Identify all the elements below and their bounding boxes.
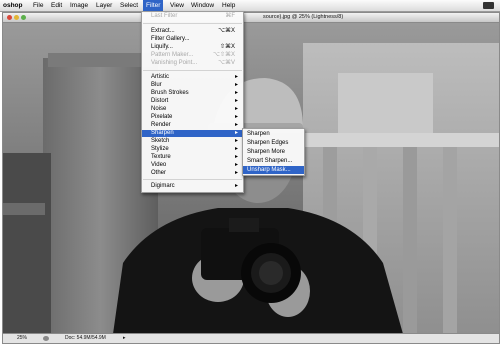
status-bar: 25% Doc: 54.9M/54.9M ▸ <box>3 333 499 343</box>
submenu-arrow-icon: ▸ <box>234 98 238 104</box>
submenu-arrow-icon: ▸ <box>234 90 238 96</box>
menu-edit[interactable]: Edit <box>51 0 62 11</box>
photo-canvas[interactable] <box>3 23 499 334</box>
menu-item-filter-gallery[interactable]: Filter Gallery... <box>142 36 243 43</box>
zoom-icon[interactable] <box>21 15 26 20</box>
menu-item-extract[interactable]: Extract... ⌥⌘X <box>142 28 243 35</box>
sharpen-submenu: Sharpen Sharpen Edges Sharpen More Smart… <box>242 128 305 176</box>
filter-menu: Last Filter ⌘F Extract... ⌥⌘X Filter Gal… <box>141 11 244 193</box>
app-menu[interactable]: oshop <box>3 0 23 11</box>
submenu-arrow-icon: ▸ <box>234 106 238 112</box>
submenu-arrow-icon: ▸ <box>234 138 238 144</box>
menu-layer[interactable]: Layer <box>96 0 112 11</box>
zoom-level[interactable]: 25% <box>17 334 27 343</box>
submenu-item-sharpen-more[interactable]: Sharpen More <box>243 148 304 156</box>
menu-item-stylize[interactable]: Stylize ▸ <box>142 146 243 153</box>
submenu-arrow-icon: ▸ <box>234 183 238 189</box>
menu-item-distort[interactable]: Distort ▸ <box>142 98 243 105</box>
submenu-arrow-icon: ▸ <box>234 74 238 80</box>
submenu-item-sharpen[interactable]: Sharpen <box>243 130 304 138</box>
submenu-item-sharpen-edges[interactable]: Sharpen Edges <box>243 139 304 147</box>
submenu-arrow-icon: ▸ <box>234 154 238 160</box>
menu-item-vanishing-point: Vanishing Point... ⌥⌘V <box>151 60 235 66</box>
menu-window[interactable]: Window <box>191 0 214 11</box>
close-icon[interactable] <box>7 15 12 20</box>
status-icon[interactable] <box>43 336 49 341</box>
submenu-arrow-icon: ▸ <box>234 82 238 88</box>
submenu-arrow-icon: ▸ <box>234 122 238 128</box>
menu-item-sketch[interactable]: Sketch ▸ <box>142 138 243 145</box>
menu-image[interactable]: Image <box>70 0 88 11</box>
submenu-item-smart-sharpen[interactable]: Smart Sharpen... <box>243 157 304 165</box>
menu-bar: oshop File Edit Image Layer Select Filte… <box>0 0 500 12</box>
menu-item-pattern-maker: Pattern Maker... ⌥⇧⌘X <box>151 52 235 58</box>
menu-separator <box>143 179 242 180</box>
menu-separator <box>143 70 242 71</box>
menu-item-sharpen[interactable]: Sharpen ▸ <box>142 130 243 137</box>
doc-info: Doc: 54.9M/54.9M <box>65 335 106 341</box>
menu-item-video[interactable]: Video ▸ <box>142 162 243 169</box>
submenu-arrow-icon: ▸ <box>234 130 238 136</box>
menu-file[interactable]: File <box>33 0 43 11</box>
menu-item-artistic[interactable]: Artistic ▸ <box>142 74 243 81</box>
document-window: source).jpg @ 25% (Lightness/8) 25% Doc:… <box>2 12 500 344</box>
submenu-arrow-icon: ▸ <box>234 170 238 176</box>
menu-item-pixelate[interactable]: Pixelate ▸ <box>142 114 243 121</box>
menu-item-render[interactable]: Render ▸ <box>142 122 243 129</box>
menu-item-blur[interactable]: Blur ▸ <box>142 82 243 89</box>
submenu-item-unsharp-mask[interactable]: Unsharp Mask... <box>243 166 304 174</box>
status-arrow-icon[interactable]: ▸ <box>123 334 126 343</box>
menu-item-digimarc[interactable]: Digimarc ▸ <box>142 183 243 190</box>
menu-filter[interactable]: Filter <box>143 0 164 11</box>
window-title: source).jpg @ 25% (Lightness/8) <box>263 14 344 20</box>
display-icon <box>483 2 494 9</box>
menu-separator <box>143 23 242 24</box>
menu-item-texture[interactable]: Texture ▸ <box>142 154 243 161</box>
menu-item-brush-strokes[interactable]: Brush Strokes ▸ <box>142 90 243 97</box>
menu-select[interactable]: Select <box>120 0 138 11</box>
menu-view[interactable]: View <box>170 0 184 11</box>
menu-item-liquify[interactable]: Liquify... ⇧⌘X <box>142 44 243 51</box>
menu-item-noise[interactable]: Noise ▸ <box>142 106 243 113</box>
window-title-bar[interactable]: source).jpg @ 25% (Lightness/8) <box>3 13 499 23</box>
submenu-arrow-icon: ▸ <box>234 146 238 152</box>
submenu-arrow-icon: ▸ <box>234 162 238 168</box>
menu-item-other[interactable]: Other ▸ <box>142 170 243 177</box>
submenu-arrow-icon: ▸ <box>234 114 238 120</box>
minimize-icon[interactable] <box>14 15 19 20</box>
menu-item-last-filter: Last Filter ⌘F <box>151 13 235 19</box>
menu-help[interactable]: Help <box>222 0 235 11</box>
